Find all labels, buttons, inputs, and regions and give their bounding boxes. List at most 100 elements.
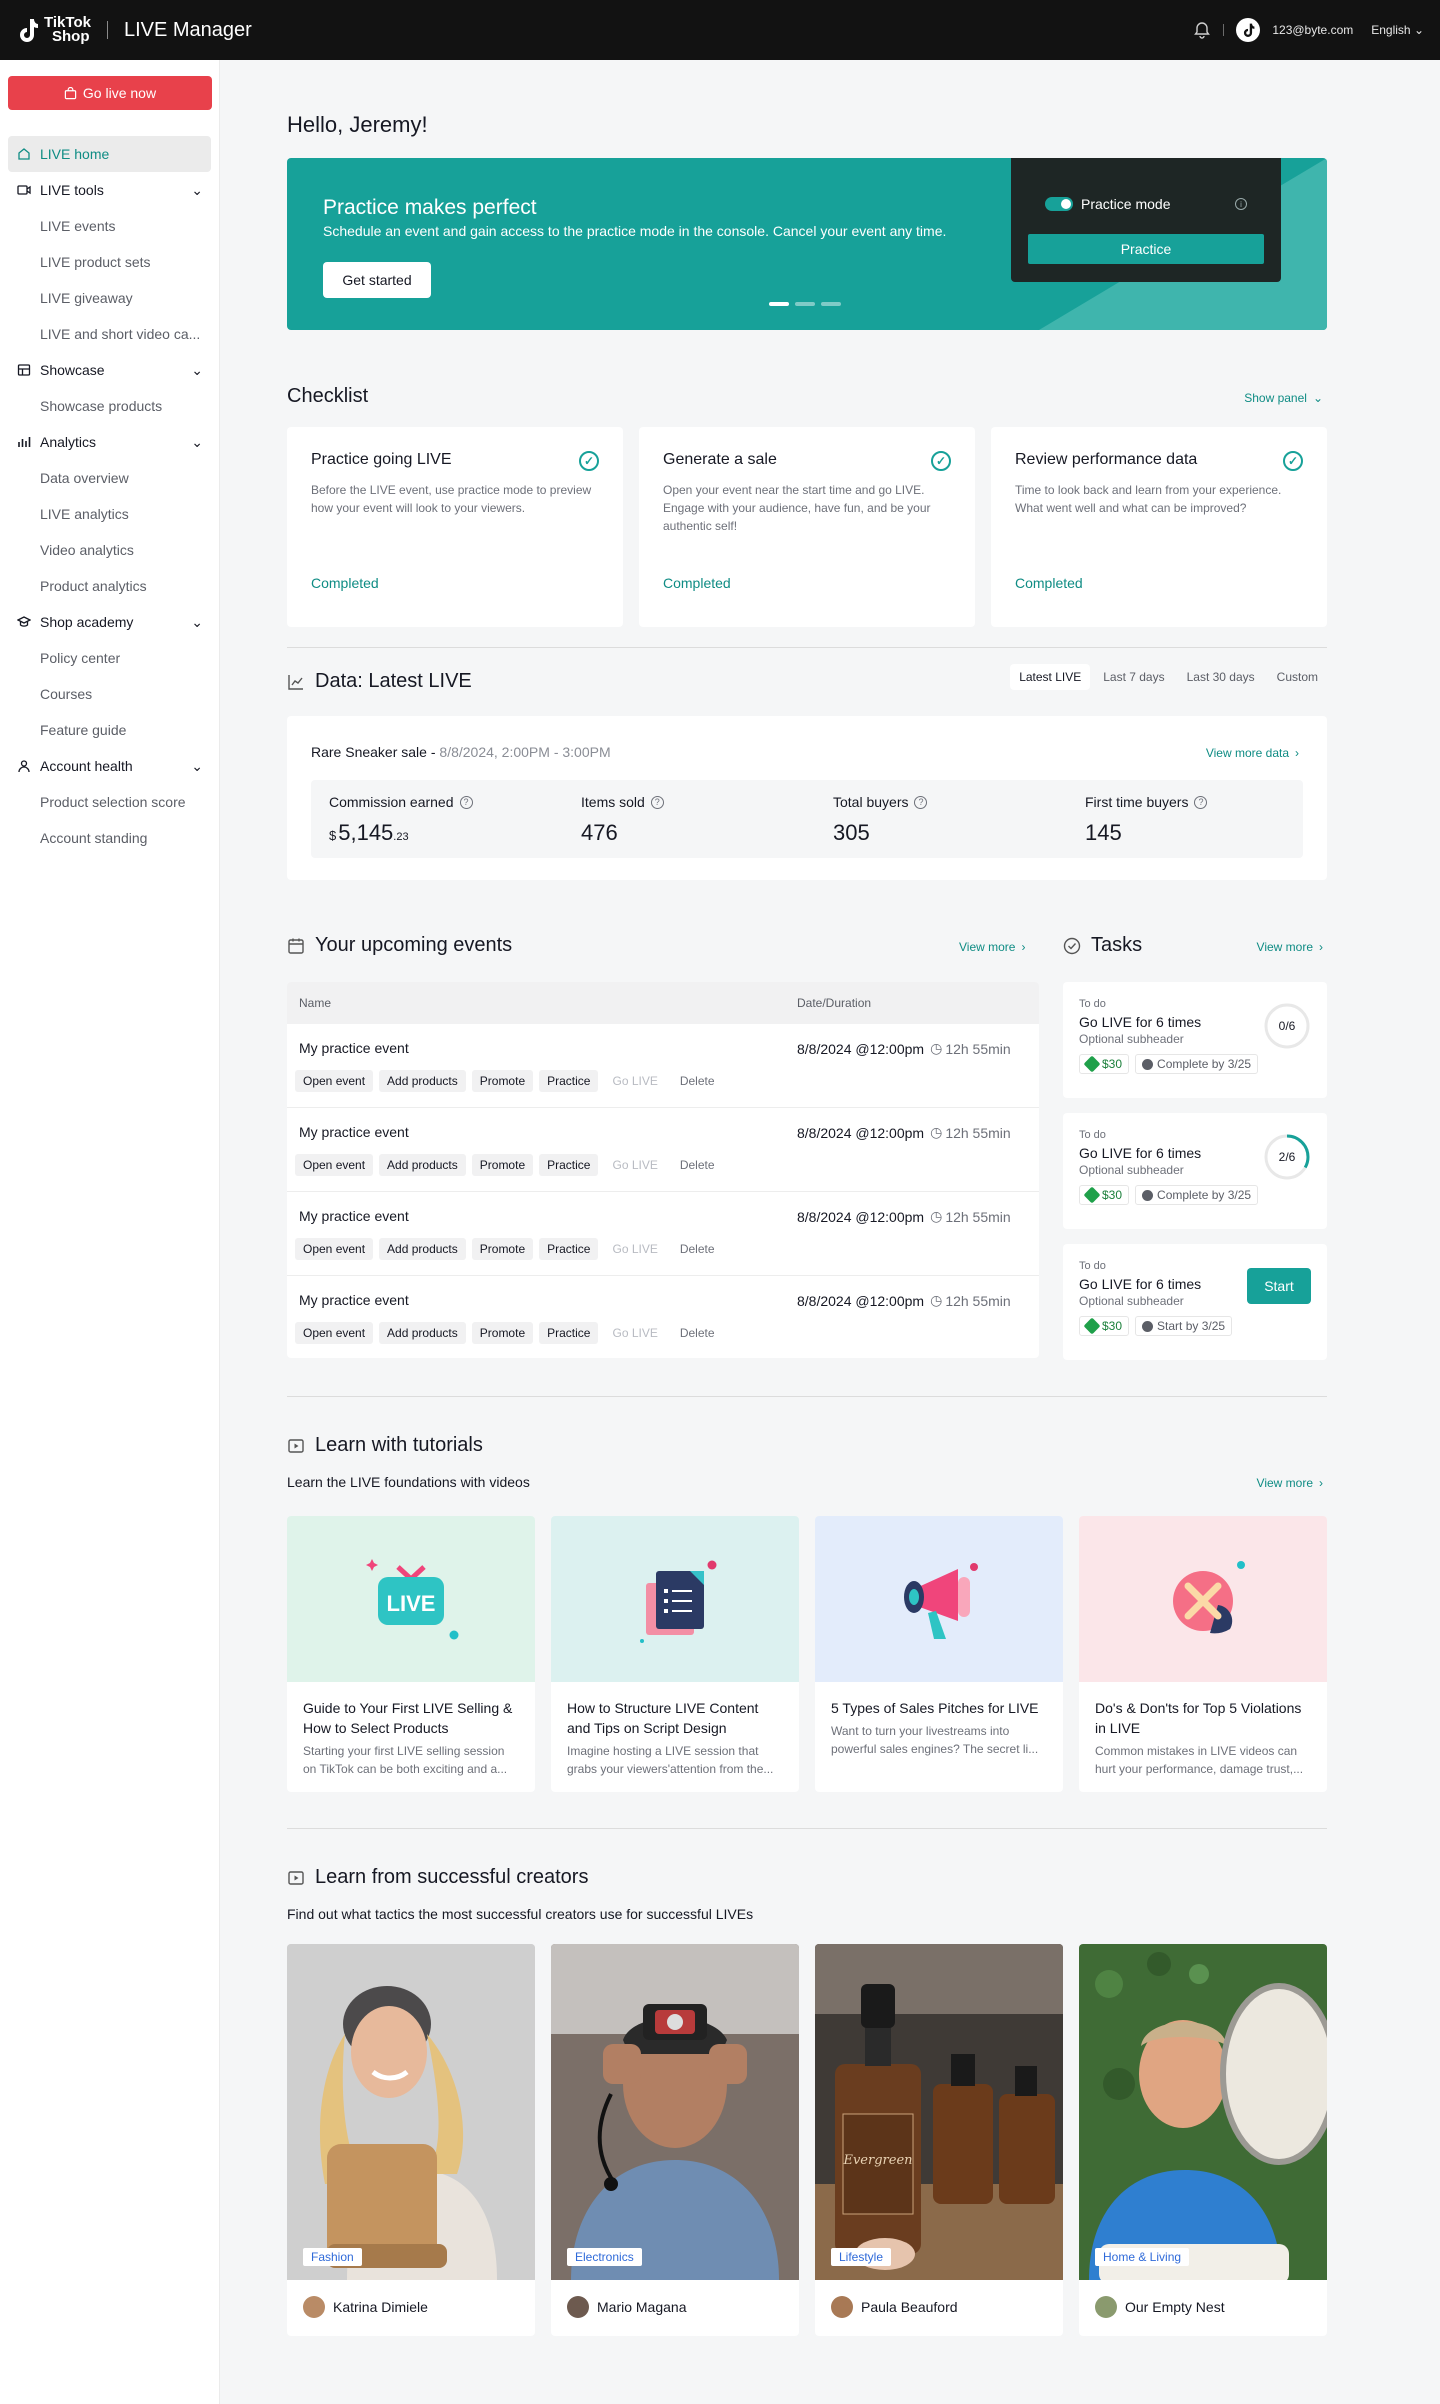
practice-button[interactable]: Practice: [539, 1154, 599, 1176]
checklist-card-status: Completed: [663, 575, 731, 591]
open-event-button[interactable]: Open event: [295, 1322, 374, 1344]
promote-button[interactable]: Promote: [471, 1154, 534, 1176]
sidebar-item-live-short-video[interactable]: LIVE and short video ca...: [8, 316, 211, 352]
carousel-dot[interactable]: [795, 302, 815, 306]
add-products-button[interactable]: Add products: [379, 1322, 466, 1344]
task-card[interactable]: To do Go LIVE for 6 times Optional subhe…: [1063, 982, 1327, 1098]
practice-button[interactable]: Practice: [539, 1070, 599, 1092]
sidebar-item-account-standing[interactable]: Account standing: [8, 820, 211, 856]
tutorials-view-more-link[interactable]: View more ›: [1257, 1476, 1323, 1490]
account-avatar[interactable]: [1236, 18, 1261, 42]
table-row: My practice event 8/8/2024 @12:00pm ◷ 12h …: [287, 1192, 1039, 1276]
tutorial-card[interactable]: 5 Types of Sales Pitches for LIVE Want t…: [815, 1516, 1063, 1792]
chevron-right-icon: ›: [1319, 1476, 1323, 1490]
megaphone-illustration: [904, 1563, 978, 1639]
help-icon[interactable]: ?: [1194, 795, 1208, 809]
creator-name: Katrina Dimiele: [333, 2299, 428, 2315]
sidebar-item-account-health[interactable]: Account health ⌄: [8, 748, 211, 784]
delete-button[interactable]: Delete: [672, 1238, 723, 1260]
creator-photo-fashion: [287, 1944, 535, 2280]
help-icon[interactable]: ?: [459, 795, 473, 809]
carousel-dot[interactable]: [821, 302, 841, 306]
tutorial-card[interactable]: LIVE Guide to Your First LIVE Selling & …: [287, 1516, 535, 1792]
sidebar-item-showcase-products[interactable]: Showcase products: [8, 388, 211, 424]
practice-button[interactable]: Practice: [539, 1238, 599, 1260]
data-section-title-text: Data: Latest LIVE: [315, 670, 472, 692]
sidebar-item-data-overview[interactable]: Data overview: [8, 460, 211, 496]
promote-button[interactable]: Promote: [471, 1322, 534, 1344]
header-divider: [106, 21, 108, 39]
open-event-button[interactable]: Open event: [295, 1238, 374, 1260]
sidebar-item-live-tools[interactable]: LIVE tools ⌄: [8, 172, 211, 208]
sidebar-item-live-giveaway[interactable]: LIVE giveaway: [8, 280, 211, 316]
practice-mode-toggle[interactable]: [1045, 197, 1073, 211]
view-more-data-link[interactable]: View more data ›: [1206, 746, 1299, 760]
sidebar-item-analytics[interactable]: Analytics ⌄: [8, 424, 211, 460]
help-icon[interactable]: ?: [650, 795, 664, 809]
sidebar-item-product-analytics[interactable]: Product analytics: [8, 568, 211, 604]
checklist-card-desc: Open your event near the start time and …: [663, 483, 931, 533]
sidebar-item-policy-center[interactable]: Policy center: [8, 640, 211, 676]
sidebar-item-video-analytics[interactable]: Video analytics: [8, 532, 211, 568]
date-range-tabs: Latest LIVE Last 7 days Last 30 days Cus…: [1010, 664, 1327, 690]
add-products-button[interactable]: Add products: [379, 1238, 466, 1260]
delete-button[interactable]: Delete: [672, 1322, 723, 1344]
practice-mode-label: Practice mode: [1081, 196, 1171, 212]
practice-button[interactable]: Practice: [539, 1322, 599, 1344]
tiktok-shop-logo[interactable]: TikTok Shop: [16, 15, 91, 44]
tutorial-title: Do's & Don'ts for Top 5 Violations in LI…: [1095, 1700, 1302, 1736]
carousel-dots: [769, 302, 841, 306]
events-view-more-link[interactable]: View more ›: [959, 940, 1025, 954]
tasks-view-more-link[interactable]: View more ›: [1257, 940, 1323, 954]
promote-button[interactable]: Promote: [471, 1070, 534, 1092]
add-products-button[interactable]: Add products: [379, 1154, 466, 1176]
sidebar-item-courses[interactable]: Courses: [8, 676, 211, 712]
get-started-button[interactable]: Get started: [323, 262, 431, 298]
promote-button[interactable]: Promote: [471, 1238, 534, 1260]
carousel-dot[interactable]: [769, 302, 789, 306]
go-live-button[interactable]: Go live now: [8, 76, 212, 110]
task-card[interactable]: To do Go LIVE for 6 times Optional subhe…: [1063, 1244, 1327, 1360]
bottle-label: Evergreen: [842, 2153, 912, 2168]
sidebar-item-live-product-sets[interactable]: LIVE product sets: [8, 244, 211, 280]
delete-button[interactable]: Delete: [672, 1070, 723, 1092]
creator-card[interactable]: Fashion Katrina Dimiele: [287, 1944, 535, 2336]
sidebar-item-shop-academy[interactable]: Shop academy ⌄: [8, 604, 211, 640]
reward-value: $30: [1102, 1057, 1123, 1071]
banner-subtitle: Schedule an event and gain access to the…: [323, 223, 947, 239]
tab-last-7-days[interactable]: Last 7 days: [1094, 664, 1173, 690]
bell-icon[interactable]: [1193, 21, 1211, 39]
event-name: My practice event: [299, 1292, 409, 1308]
add-products-button[interactable]: Add products: [379, 1070, 466, 1092]
sidebar-item-showcase[interactable]: Showcase ⌄: [8, 352, 211, 388]
creator-card[interactable]: Electronics Mario Magana: [551, 1944, 799, 2336]
open-event-button[interactable]: Open event: [295, 1154, 374, 1176]
clock-icon: ◷: [930, 1292, 943, 1308]
task-card[interactable]: To do Go LIVE for 6 times Optional subhe…: [1063, 1113, 1327, 1229]
account-email[interactable]: 123@byte.com: [1272, 23, 1353, 37]
creator-card[interactable]: Home & Living Our Empty Nest: [1079, 1944, 1327, 2336]
metric-decimals: .23: [393, 831, 409, 843]
sidebar-item-live-events[interactable]: LIVE events: [8, 208, 211, 244]
show-panel-link[interactable]: Show panel ⌄: [1244, 391, 1323, 405]
tab-custom[interactable]: Custom: [1268, 664, 1327, 690]
creator-card[interactable]: Evergreen Lifestyle Paula Beauford: [815, 1944, 1063, 2336]
sidebar-item-product-selection-score[interactable]: Product selection score: [8, 784, 211, 820]
sidebar-item-live-home[interactable]: LIVE home: [8, 136, 211, 172]
tutorial-card[interactable]: Do's & Don'ts for Top 5 Violations in LI…: [1079, 1516, 1327, 1792]
start-task-button[interactable]: Start: [1247, 1268, 1311, 1304]
metric-label: Items sold: [581, 794, 645, 810]
sidebar-item-feature-guide[interactable]: Feature guide: [8, 712, 211, 748]
tab-last-30-days[interactable]: Last 30 days: [1178, 664, 1264, 690]
help-icon[interactable]: ?: [914, 795, 928, 809]
checklist-card: Review performance data ✓ Time to look b…: [991, 427, 1327, 627]
practice-button[interactable]: Practice: [1028, 234, 1264, 264]
delete-button[interactable]: Delete: [672, 1154, 723, 1176]
tutorial-card[interactable]: How to Structure LIVE Content and Tips o…: [551, 1516, 799, 1792]
sidebar-item-live-analytics[interactable]: LIVE analytics: [8, 496, 211, 532]
event-date: 8/8/2024 @12:00pm: [797, 1208, 925, 1225]
open-event-button[interactable]: Open event: [295, 1070, 374, 1092]
tab-latest-live[interactable]: Latest LIVE: [1010, 664, 1091, 690]
language-select[interactable]: English ⌄: [1371, 23, 1424, 37]
view-more-label: View more: [1256, 940, 1313, 954]
